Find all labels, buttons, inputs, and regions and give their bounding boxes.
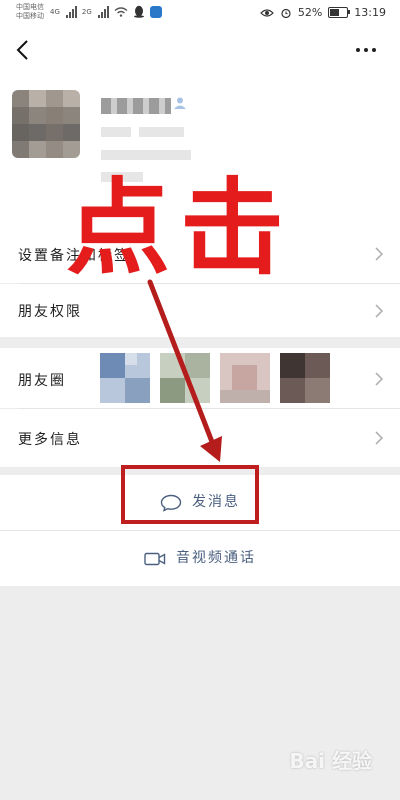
- wechat-id-blurred: [101, 127, 131, 137]
- annotation-click-text: 点击: [66, 167, 295, 289]
- moment-thumbnail: [160, 353, 210, 403]
- av-call-label: 音视频通话: [176, 550, 256, 566]
- moment-thumbnail: [220, 353, 270, 403]
- battery-percent: 52%: [297, 6, 323, 19]
- chevron-right-icon: [375, 372, 384, 386]
- person-icon: [174, 97, 186, 109]
- chevron-right-icon: [375, 304, 384, 318]
- avatar[interactable]: [12, 90, 80, 158]
- qq-icon: [133, 5, 144, 18]
- wechat-id-blurred-2: [139, 127, 184, 137]
- contact-name-blurred: [101, 98, 171, 114]
- network-type-1: 4G: [50, 7, 60, 16]
- chevron-right-icon: [375, 431, 384, 445]
- eye-comfort-icon: [259, 8, 274, 17]
- clock: 13:19: [354, 6, 386, 19]
- carrier-names: 中国电信 中国移动: [16, 3, 44, 21]
- back-icon[interactable]: [14, 39, 34, 61]
- moments-label: 朋友圈: [18, 373, 66, 389]
- annotation-highlight-box: [121, 465, 259, 524]
- moments-thumbnails: [100, 353, 330, 403]
- status-bar: 中国电信 中国移动 4G 2G 52% 13:19: [0, 0, 400, 28]
- status-right: 52% 13:19: [259, 6, 386, 19]
- watermark: Bai 经验: [289, 749, 372, 773]
- row-more-info[interactable]: 更多信息: [0, 409, 400, 467]
- region-blurred: [101, 150, 191, 160]
- chevron-right-icon: [375, 247, 384, 261]
- more-options-icon[interactable]: [356, 48, 376, 52]
- friend-permissions-label: 朋友权限: [18, 304, 82, 320]
- battery-icon: [328, 7, 351, 18]
- row-friend-permissions[interactable]: 朋友权限: [0, 284, 400, 337]
- wifi-icon: [114, 6, 128, 17]
- status-icons: 4G 2G: [50, 5, 162, 18]
- signal-icon: [65, 5, 77, 18]
- battery-fill: [330, 9, 339, 16]
- av-call-button[interactable]: 音视频通话: [0, 531, 400, 586]
- signal-icon-2: [97, 5, 109, 18]
- video-camera-icon: [144, 552, 166, 565]
- row-moments[interactable]: 朋友圈: [0, 348, 400, 408]
- shield-icon: [149, 5, 162, 18]
- nav-bar: [0, 28, 400, 74]
- carrier-1: 中国电信: [16, 3, 44, 11]
- alarm-icon: [281, 8, 291, 18]
- more-info-label: 更多信息: [18, 432, 82, 448]
- moment-thumbnail: [280, 353, 330, 403]
- moment-thumbnail: [100, 353, 150, 403]
- carrier-2: 中国移动: [16, 12, 44, 20]
- network-type-2: 2G: [81, 7, 92, 16]
